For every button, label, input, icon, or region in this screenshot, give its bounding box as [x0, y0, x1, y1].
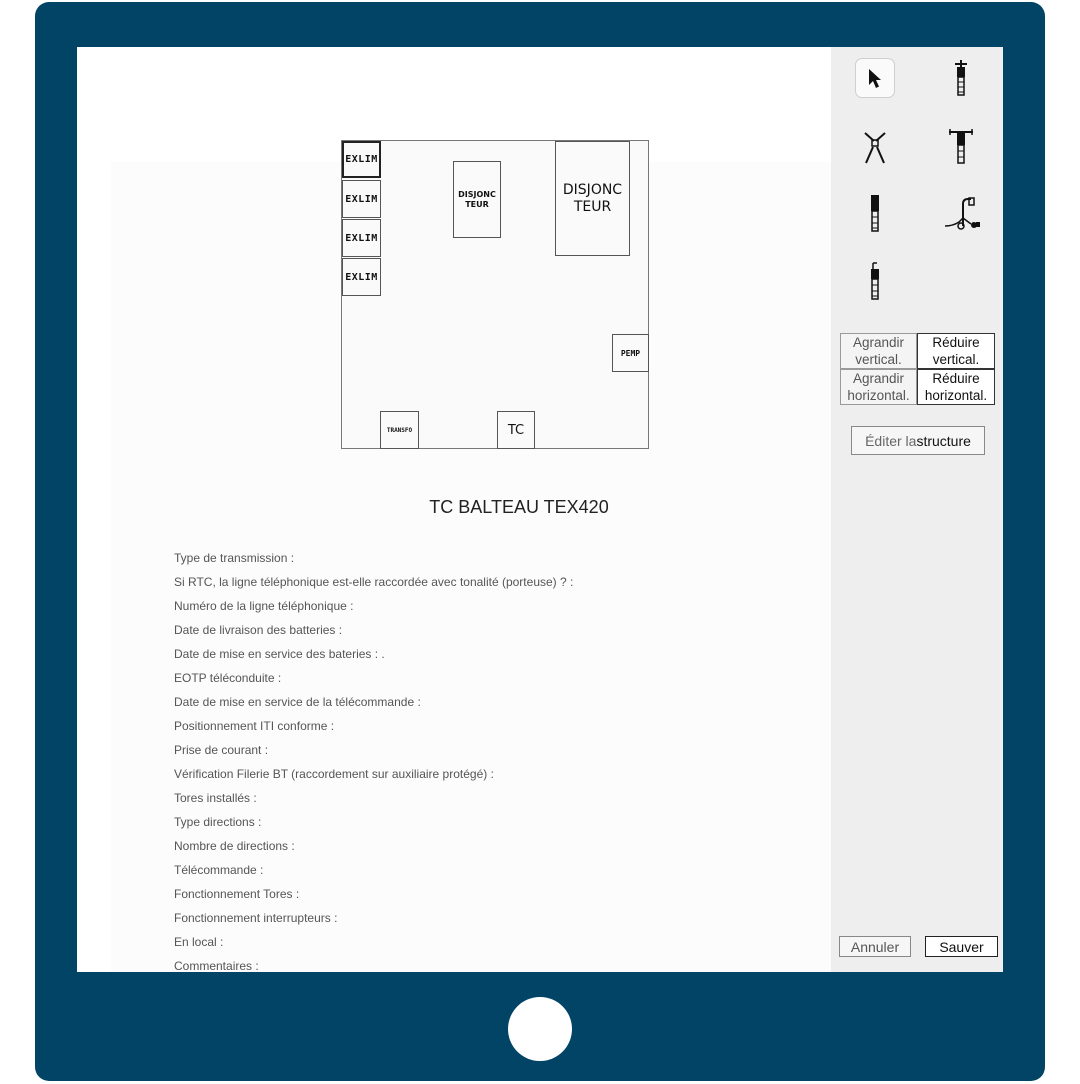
field-label: Commentaires :: [174, 959, 259, 972]
button-label: Réduire: [932, 335, 980, 350]
field-label: Positionnement ITI conforme :: [174, 719, 335, 733]
pole-top-icon: [955, 60, 967, 96]
tools-panel: Agrandir vertical. Réduire vertical. Agr…: [831, 47, 1003, 972]
shrink-vertical-button[interactable]: Réduire vertical.: [917, 333, 995, 369]
transfo-box[interactable]: TRANSFO: [380, 411, 419, 449]
t-pole-icon: [949, 129, 973, 164]
pole-top-tool-button[interactable]: [941, 58, 981, 98]
cursor-tool-button[interactable]: [855, 58, 895, 98]
button-label: vertical.: [855, 352, 902, 367]
cursor-icon: [869, 69, 881, 88]
pole-tool-button[interactable]: [855, 194, 895, 234]
button-label: Agrandir: [852, 335, 905, 350]
page-title: TC BALTEAU TEX420: [429, 497, 609, 517]
pole-icon: [871, 195, 879, 232]
field-label: Fonctionnement interrupteurs :: [174, 911, 338, 925]
short-pole-tool-button[interactable]: [855, 262, 895, 302]
disjoncteur-label: DISJONC: [458, 189, 496, 199]
home-button[interactable]: [508, 997, 572, 1061]
field-label: Type de transmission :: [174, 551, 295, 565]
field-label: Nombre de directions :: [174, 839, 295, 853]
field-label: Date de livraison des batteries :: [174, 623, 343, 637]
exlim-box[interactable]: EXLIM: [342, 141, 381, 178]
disjoncteur-large-box[interactable]: DISJONC TEUR: [555, 141, 630, 256]
field-label: EOTP téléconduite :: [174, 671, 282, 685]
field-label: En local :: [174, 935, 224, 949]
cable-reel-icon: [944, 197, 980, 230]
detail-fields-list: Type de transmission : Si RTC, la ligne …: [174, 550, 573, 972]
exlim-box[interactable]: EXLIM: [342, 180, 381, 218]
button-label: Réduire: [932, 371, 980, 386]
field-label: Télécommande :: [174, 863, 264, 877]
exlim-box[interactable]: EXLIM: [342, 219, 381, 257]
button-label: Éditer la: [865, 432, 917, 449]
fork-pole-tool-button[interactable]: [855, 127, 895, 167]
cancel-button[interactable]: Annuler: [839, 936, 911, 957]
field-label: Prise de courant :: [174, 743, 269, 757]
structure-plan[interactable]: EXLIM EXLIM EXLIM EXLIM DISJONC TEUR DIS…: [341, 140, 649, 449]
save-button[interactable]: Sauver: [925, 936, 998, 957]
field-label: Si RTC, la ligne téléphonique est-elle r…: [174, 575, 574, 589]
expand-horizontal-button[interactable]: Agrandir horizontal.: [840, 369, 917, 405]
resize-controls: Agrandir vertical. Réduire vertical. Agr…: [840, 333, 995, 405]
field-label: Date de mise en service de la télécomman…: [174, 695, 421, 709]
cable-reel-tool-button[interactable]: [941, 194, 981, 234]
field-label: Type directions :: [174, 815, 262, 829]
screen: EXLIM EXLIM EXLIM EXLIM DISJONC TEUR DIS…: [77, 47, 1003, 972]
shrink-horizontal-button[interactable]: Réduire horizontal.: [917, 369, 995, 405]
field-label: Fonctionnement Tores :: [174, 887, 300, 901]
button-label: horizontal.: [847, 388, 910, 403]
t-pole-tool-button[interactable]: [941, 127, 981, 167]
short-pole-icon: [871, 262, 879, 300]
expand-vertical-button[interactable]: Agrandir vertical.: [840, 333, 917, 369]
exlim-box[interactable]: EXLIM: [342, 258, 381, 296]
fork-pole-icon: [864, 132, 886, 164]
button-label: Agrandir: [852, 371, 905, 386]
main-content: EXLIM EXLIM EXLIM EXLIM DISJONC TEUR DIS…: [77, 47, 921, 972]
field-label: Date de mise en service des bateries : .: [174, 647, 385, 661]
disjoncteur-small-box[interactable]: DISJONC TEUR: [453, 161, 501, 238]
button-label: vertical.: [932, 352, 980, 367]
button-label: horizontal.: [924, 388, 988, 403]
disjoncteur-label: TEUR: [573, 199, 612, 215]
disjoncteur-label: DISJONC: [562, 182, 623, 198]
pemp-box[interactable]: PEMP: [612, 334, 649, 372]
field-label: Vérification Filerie BT (raccordement su…: [174, 767, 494, 781]
tc-box[interactable]: TC: [497, 411, 535, 449]
field-label: Tores installés :: [174, 791, 257, 805]
disjoncteur-label: TEUR: [465, 199, 489, 209]
edit-structure-button[interactable]: Éditer la structure: [851, 426, 985, 455]
button-label: structure: [916, 432, 971, 449]
field-label: Numéro de la ligne téléphonique :: [174, 599, 354, 613]
